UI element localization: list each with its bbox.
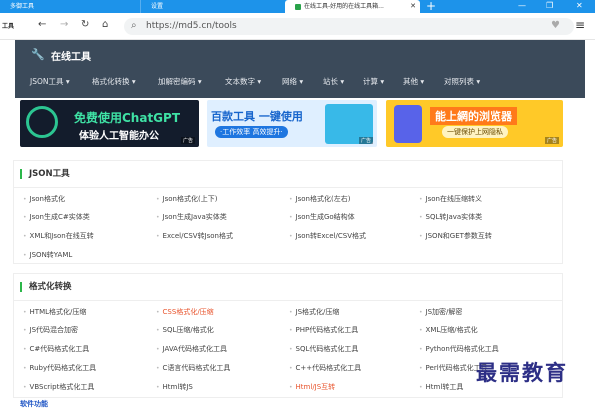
section-divider [14, 300, 562, 301]
toolbar-label[interactable]: 工具 [2, 21, 14, 30]
url-bar[interactable]: ⌕ https://md5.cn/tools [124, 18, 574, 35]
address-toolbar: 工具 ← → ↻ ⌂ ⌕ https://md5.cn/tools ♥ ≡ [0, 13, 595, 40]
menu-icon[interactable]: ≡ [575, 18, 585, 32]
browser-tab-bar: 多御工具 设置 在线工具-好用的在线工具箱... ✕ + — ❐ ✕ [0, 0, 595, 13]
tool-link[interactable]: XML压缩/格式化 [419, 325, 478, 335]
banner-chatgpt[interactable]: 免费使用ChatGPT 体验人工智能办公 广告 [20, 100, 199, 147]
section-json-tools: JSON工具 Json格式化 Json格式化(上下) Json格式化(左右) J… [13, 160, 563, 264]
tool-link[interactable]: Json格式化 [23, 194, 65, 204]
tool-link[interactable]: SQL转Java实体类 [419, 212, 483, 222]
nav-label: 格式化转换 [92, 77, 130, 86]
back-icon[interactable]: ← [38, 20, 46, 30]
chatgpt-logo-icon [26, 106, 58, 138]
tool-link[interactable]: C++代码格式化工具 [289, 363, 362, 373]
nav-label: 对照列表 [444, 77, 474, 86]
nav-text-number[interactable]: 文本数字 ▾ [225, 76, 261, 87]
tool-link[interactable]: JS加密/解密 [419, 307, 463, 317]
tool-link[interactable]: Json在线压缩转义 [419, 194, 482, 204]
tool-link[interactable]: Json转Excel/CSV格式 [289, 231, 366, 241]
tab-label: 多御工具 [10, 3, 35, 10]
tool-link[interactable]: Json格式化(左右) [289, 194, 351, 204]
section-title: JSON工具 [20, 169, 70, 179]
tool-link[interactable]: Json生成C#实体类 [23, 212, 90, 222]
nav-label: 网络 [282, 77, 297, 86]
tool-link[interactable]: Json生成Go结构体 [289, 212, 355, 222]
section-title: 格式化转换 [20, 282, 72, 292]
tool-link[interactable]: HTML格式化/压缩 [23, 307, 87, 317]
partial-section-title: 软件功能 [20, 400, 48, 408]
tool-link[interactable]: JAVA代码格式化工具 [156, 344, 227, 354]
forward-icon[interactable]: → [60, 20, 68, 30]
tool-link[interactable]: Html转JS [156, 382, 193, 392]
section-divider [14, 187, 562, 188]
tab-label: 在线工具-好用的在线工具箱... [304, 3, 384, 10]
ad-badge: 广告 [358, 137, 373, 144]
nav-reference-list[interactable]: 对照列表 ▾ [444, 76, 480, 87]
nav-format-convert[interactable]: 格式化转换 ▾ [92, 76, 136, 87]
nav-encrypt-encode[interactable]: 加解密编码 ▾ [158, 76, 202, 87]
tool-link[interactable]: C语言代码格式化工具 [156, 363, 231, 373]
site-title[interactable]: 在线工具 [51, 48, 91, 63]
ad-badge: 广告 [180, 137, 195, 144]
tool-link[interactable]: Html转工具 [419, 382, 464, 392]
banner-headline: 免费使用ChatGPT [74, 111, 181, 125]
phone-illustration [394, 105, 422, 143]
banner-browser[interactable]: 能上網的浏览器 一键保护上网隐私 广告 [386, 100, 563, 147]
tool-link[interactable]: JS代码混合加密 [23, 325, 79, 335]
tool-link[interactable]: Ruby代码格式化工具 [23, 363, 97, 373]
tab-favicon-icon [295, 3, 301, 10]
favorite-icon[interactable]: ♥ [551, 20, 560, 31]
tool-link[interactable]: JSON和GET参数互转 [419, 231, 492, 241]
nav-label: 站长 [323, 77, 338, 86]
tool-link[interactable]: PHP代码格式化工具 [289, 325, 359, 335]
nav-label: 文本数字 [225, 77, 255, 86]
nav-network[interactable]: 网络 ▾ [282, 76, 303, 87]
banner-headline: 能上網的浏览器 [430, 107, 517, 125]
minimize-icon[interactable]: — [518, 0, 526, 12]
tool-link-highlight[interactable]: Html/JS互转 [289, 382, 336, 392]
tab-close-icon[interactable]: ✕ [410, 0, 416, 13]
url-text: https://md5.cn/tools [146, 21, 237, 31]
tab-settings[interactable]: 设置 [140, 0, 282, 13]
tool-link[interactable]: VBScript格式化工具 [23, 382, 95, 392]
close-window-icon[interactable]: ✕ [576, 0, 583, 12]
watermark: 最需教育 [476, 360, 568, 385]
wrench-icon: 🔧 [31, 48, 45, 61]
restore-icon[interactable]: ❐ [546, 0, 553, 12]
banner-subline: 一键保护上网隐私 [442, 126, 508, 138]
tool-link[interactable]: Excel/CSV转Json格式 [156, 231, 233, 241]
nav-label: 加解密编码 [158, 77, 196, 86]
tool-link[interactable]: SQL代码格式化工具 [289, 344, 359, 354]
tool-link-highlight[interactable]: CSS格式化/压缩 [156, 307, 214, 317]
tool-link[interactable]: JS格式化/压缩 [289, 307, 340, 317]
banner-subline: ·工作效率 高效提升· [215, 126, 288, 138]
ad-badge: 广告 [544, 137, 559, 144]
home-icon[interactable]: ⌂ [102, 20, 108, 30]
nav-label: 其他 [403, 77, 418, 86]
search-icon: ⌕ [131, 20, 137, 31]
nav-calculate[interactable]: 计算 ▾ [363, 76, 384, 87]
tool-link[interactable]: XML和Json在线互转 [23, 231, 94, 241]
tool-link[interactable]: Python代码格式化工具 [419, 344, 499, 354]
nav-webmaster[interactable]: 站长 ▾ [323, 76, 344, 87]
tab-label: 设置 [151, 3, 164, 10]
nav-json-tools[interactable]: JSON工具 ▾ [30, 76, 70, 87]
tool-link[interactable]: C#代码格式化工具 [23, 344, 90, 354]
tool-link[interactable]: SQL压缩/格式化 [156, 325, 214, 335]
nav-label: 计算 [363, 77, 378, 86]
tool-link[interactable]: Json格式化(上下) [156, 194, 218, 204]
tool-link[interactable]: JSON转YAML [23, 250, 73, 260]
banner-subline: 体验人工智能办公 [79, 131, 159, 142]
reload-icon[interactable]: ↻ [81, 20, 89, 30]
banner-toolbox[interactable]: 百款工具 一键使用 ·工作效率 高效提升· 广告 [207, 100, 377, 147]
banner-headline: 百款工具 一键使用 [211, 110, 303, 123]
nav-label: JSON工具 [30, 77, 64, 86]
tab-online-tools[interactable]: 在线工具-好用的在线工具箱... ✕ [285, 0, 420, 13]
site-header: 🔧 在线工具 JSON工具 ▾ 格式化转换 ▾ 加解密编码 ▾ 文本数字 ▾ 网… [15, 40, 585, 98]
tab-duoyu[interactable]: 多御工具 [0, 0, 140, 13]
new-tab-button[interactable]: + [426, 0, 436, 13]
tool-link[interactable]: Json生成Java实体类 [156, 212, 227, 222]
nav-other[interactable]: 其他 ▾ [403, 76, 424, 87]
